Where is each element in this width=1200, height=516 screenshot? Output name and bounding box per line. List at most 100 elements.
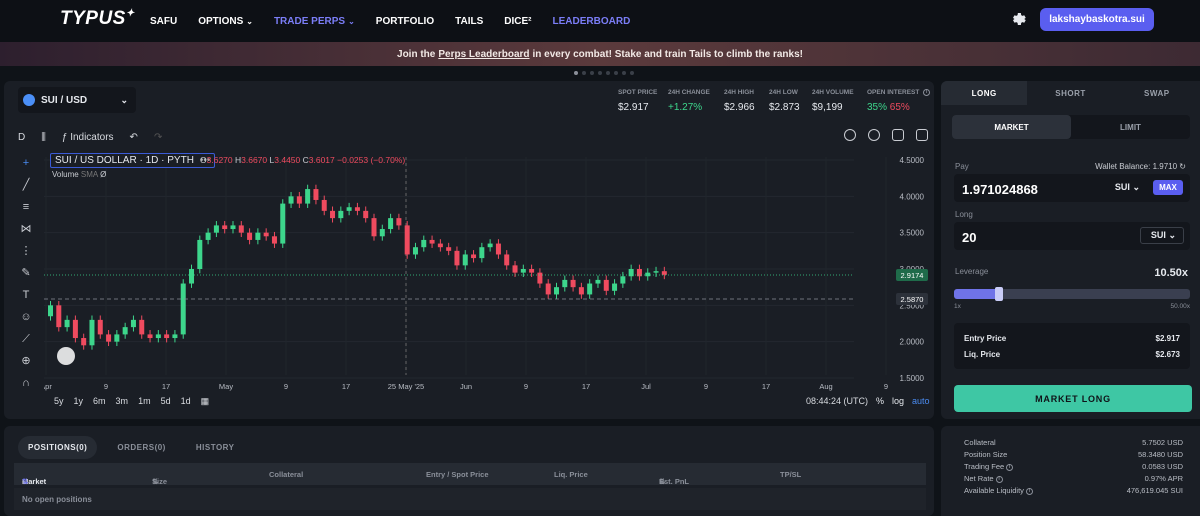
pair-selector[interactable]: SUI / USD ⌄	[18, 87, 136, 113]
redo-icon[interactable]: ↷	[154, 132, 162, 143]
tab-short[interactable]: SHORT	[1027, 81, 1113, 105]
gear-icon[interactable]	[1010, 10, 1028, 28]
candle-type-icon[interactable]: ⫼	[41, 132, 46, 143]
candle-body	[164, 334, 170, 339]
trendline-icon[interactable]: ╱	[19, 179, 33, 192]
date-range-icon[interactable]: ▦	[201, 396, 210, 407]
utc-clock[interactable]: 08:44:24 (UTC)	[806, 396, 868, 406]
tab-limit[interactable]: LIMIT	[1071, 115, 1190, 139]
search-zoom-icon[interactable]	[844, 129, 856, 141]
range-selector: 5y 1y 6m 3m 1m 5d 1d ▦	[54, 396, 209, 407]
text-icon[interactable]: T	[19, 289, 33, 302]
candle-body	[147, 334, 153, 339]
max-button[interactable]: MAX	[1153, 180, 1183, 195]
auto-toggle[interactable]: auto	[912, 396, 930, 406]
forecast-icon[interactable]: ⋮	[19, 245, 33, 258]
tab-swap[interactable]: SWAP	[1114, 81, 1200, 105]
candle-body	[612, 283, 618, 291]
range-1m[interactable]: 1m	[138, 396, 151, 407]
settings-icon[interactable]	[868, 129, 880, 141]
candle-body	[388, 218, 394, 230]
refresh-icon[interactable]: ↻	[1179, 162, 1186, 171]
interval-button[interactable]: D	[18, 132, 25, 143]
price-chart[interactable]: 4.50004.00003.50003.00002.50002.00001.50…	[44, 151, 930, 391]
fullscreen-icon[interactable]	[892, 129, 904, 141]
stat-24h-high: 24H HIGH $2.966	[724, 89, 755, 113]
candle-body	[578, 287, 584, 295]
info-icon[interactable]: i	[923, 89, 931, 96]
percent-toggle[interactable]: %	[876, 396, 884, 406]
candle-body	[446, 247, 452, 251]
candle-body	[379, 229, 385, 237]
tab-orders[interactable]: ORDERS(0)	[107, 436, 176, 459]
nav-leaderboard[interactable]: LEADERBOARD	[553, 16, 631, 27]
tab-history[interactable]: HISTORY	[186, 436, 245, 459]
candle-body	[172, 334, 178, 339]
candle-body	[288, 196, 294, 204]
x-tick-label: 9	[284, 382, 288, 391]
pay-input[interactable]: 1.971024868 SUI ⌄ MAX	[954, 174, 1190, 202]
nav-dice[interactable]: DICE²	[504, 16, 531, 27]
range-1y[interactable]: 1y	[74, 396, 84, 407]
candle-body	[255, 232, 261, 240]
info-icon[interactable]: i	[1025, 487, 1033, 495]
pattern-icon[interactable]: ⋈	[19, 223, 33, 236]
range-5d[interactable]: 5d	[161, 396, 171, 407]
magnet-icon[interactable]: ∩	[19, 377, 33, 390]
tab-positions[interactable]: POSITIONS(0)	[18, 436, 98, 459]
x-tick-label: 17	[582, 382, 590, 391]
log-toggle[interactable]: log	[892, 396, 904, 406]
candle-body	[495, 243, 501, 255]
ruler-icon[interactable]: ⟋	[19, 333, 33, 346]
slider-thumb[interactable]	[994, 287, 1003, 301]
candle-body	[330, 210, 336, 219]
candle-body	[346, 207, 352, 211]
pay-token-select[interactable]: SUI ⌄	[1115, 182, 1140, 193]
candle-body	[462, 254, 468, 266]
range-1d[interactable]: 1d	[181, 396, 191, 407]
nav-tails[interactable]: TAILS	[455, 16, 483, 27]
scale-options: % log auto	[876, 396, 930, 406]
candle-body	[429, 239, 435, 244]
brush-icon[interactable]: ✎	[19, 267, 33, 280]
leaderboard-link[interactable]: Perps Leaderboard	[438, 49, 529, 60]
col-tpsl: TP/SL	[780, 470, 802, 479]
candle-body	[313, 189, 319, 200]
fib-icon[interactable]: ≡	[19, 201, 33, 214]
range-3m[interactable]: 3m	[116, 396, 129, 407]
emoji-icon[interactable]: ☺	[19, 311, 33, 324]
candle-body	[553, 287, 559, 295]
market-long-button[interactable]: MARKET LONG	[954, 385, 1192, 412]
x-tick-label: May	[219, 382, 233, 391]
col-entry-spot: Entry / Spot Price	[426, 470, 489, 479]
carousel-dots[interactable]	[574, 71, 634, 75]
nav-options[interactable]: OPTIONS ⌄	[198, 16, 253, 27]
crosshair-icon[interactable]: +	[19, 157, 33, 170]
info-icon[interactable]: i	[995, 475, 1003, 483]
leverage-value: 10.50x	[1154, 267, 1188, 279]
candle-body	[189, 269, 195, 284]
tab-long[interactable]: LONG	[941, 81, 1028, 105]
range-6m[interactable]: 6m	[93, 396, 106, 407]
range-5y[interactable]: 5y	[54, 396, 64, 407]
nav-portfolio[interactable]: PORTFOLIO	[376, 16, 434, 27]
undo-icon[interactable]: ↶	[130, 132, 138, 143]
chevron-down-icon: ⌄	[1168, 230, 1176, 240]
candle-body	[89, 319, 95, 346]
leverage-slider[interactable]	[954, 287, 1190, 301]
zoom-icon[interactable]: ⊕	[19, 355, 33, 368]
nav-trade-perps[interactable]: TRADE PERPS ⌄	[274, 16, 355, 27]
info-icon[interactable]: i	[1006, 463, 1014, 471]
chart-symbol-label[interactable]: SUI / US DOLLAR · 1D · PYTH •••	[50, 153, 216, 168]
tab-market[interactable]: MARKET	[952, 115, 1071, 139]
x-tick-label: 17	[162, 382, 170, 391]
typus-logo[interactable]: TYPUS✦	[60, 8, 135, 30]
wallet-button[interactable]: lakshaybaskotra.sui	[1040, 8, 1154, 31]
candle-body	[271, 236, 277, 244]
camera-icon[interactable]	[916, 129, 928, 141]
long-input[interactable]: 20 SUI ⌄	[954, 222, 1190, 250]
nav-safu[interactable]: SAFU	[150, 16, 177, 27]
sort-icon: ⇅	[152, 477, 159, 486]
y-tick-label: 4.5000	[900, 156, 925, 165]
indicators-button[interactable]: ƒ Indicators	[62, 132, 114, 143]
